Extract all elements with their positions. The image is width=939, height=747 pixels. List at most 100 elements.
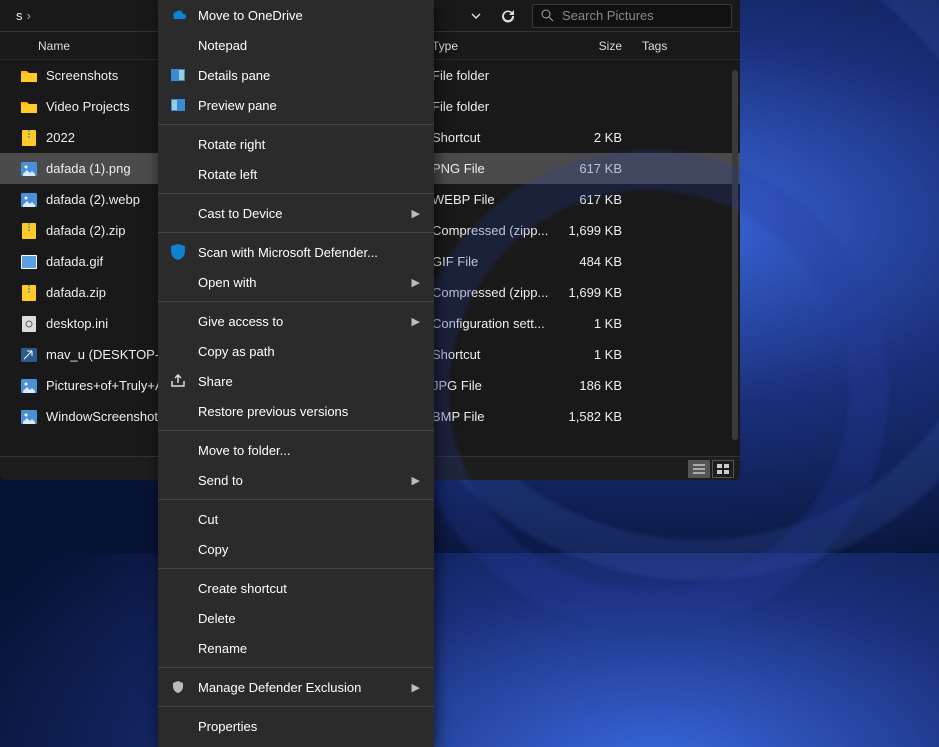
ini-icon (20, 315, 38, 333)
menu-item-label: Delete (198, 611, 236, 626)
zip-icon (20, 222, 38, 240)
chevron-right-icon: ▶ (412, 276, 420, 289)
menu-item[interactable]: Scan with Microsoft Defender... (158, 237, 434, 267)
preview-icon (170, 97, 186, 113)
menu-item-label: Rotate right (198, 137, 265, 152)
menu-item[interactable]: Move to OneDrive (158, 0, 434, 30)
share-icon (170, 373, 186, 389)
file-type: Compressed (zipp... (432, 223, 554, 238)
menu-item-label: Share (198, 374, 233, 389)
chevron-right-icon: ▶ (412, 681, 420, 694)
file-size: 1,582 KB (554, 409, 632, 424)
menu-item-label: Send to (198, 473, 243, 488)
file-size: 1,699 KB (554, 223, 632, 238)
file-size: 186 KB (554, 378, 632, 393)
file-type: Shortcut (432, 130, 554, 145)
menu-item-label: Move to OneDrive (198, 8, 303, 23)
thumbnails-view-button[interactable] (712, 460, 734, 478)
menu-separator (158, 124, 434, 125)
menu-item[interactable]: Rotate right (158, 129, 434, 159)
menu-item-label: Give access to (198, 314, 283, 329)
link-icon (20, 346, 38, 364)
file-type: File folder (432, 68, 554, 83)
file-type: Shortcut (432, 347, 554, 362)
column-header-type[interactable]: Type (432, 39, 554, 53)
chevron-right-icon: ▶ (412, 315, 420, 328)
file-type: PNG File (432, 161, 554, 176)
scrollbar[interactable] (732, 70, 738, 440)
search-placeholder: Search Pictures (562, 8, 654, 23)
folder-icon (20, 67, 38, 85)
menu-item[interactable]: Share (158, 366, 434, 396)
menu-item[interactable]: Create shortcut (158, 573, 434, 603)
menu-item-label: Properties (198, 719, 257, 734)
shield-icon (170, 244, 186, 260)
column-header-tags[interactable]: Tags (632, 39, 740, 53)
menu-item-label: Scan with Microsoft Defender... (198, 245, 378, 260)
menu-item[interactable]: Manage Defender Exclusion ▶ (158, 672, 434, 702)
menu-item[interactable]: Rotate left (158, 159, 434, 189)
column-header-size[interactable]: Size (554, 39, 632, 53)
menu-item[interactable]: Properties (158, 711, 434, 741)
file-type: JPG File (432, 378, 554, 393)
details-icon (170, 67, 186, 83)
search-icon (541, 9, 554, 22)
menu-item[interactable]: Cast to Device▶ (158, 198, 434, 228)
search-input[interactable]: Search Pictures (532, 4, 732, 28)
menu-item-label: Manage Defender Exclusion (198, 680, 361, 695)
file-type: File folder (432, 99, 554, 114)
menu-item-label: Restore previous versions (198, 404, 348, 419)
menu-separator (158, 301, 434, 302)
menu-item-label: Rename (198, 641, 247, 656)
file-type: GIF File (432, 254, 554, 269)
menu-item[interactable]: Copy (158, 534, 434, 564)
menu-separator (158, 667, 434, 668)
file-size: 617 KB (554, 192, 632, 207)
menu-item-label: Cast to Device (198, 206, 283, 221)
menu-item[interactable]: Delete (158, 603, 434, 633)
menu-item[interactable]: Move to folder... (158, 435, 434, 465)
file-size: 1 KB (554, 347, 632, 362)
menu-item[interactable]: Notepad (158, 30, 434, 60)
menu-item-label: Move to folder... (198, 443, 291, 458)
image-icon (20, 160, 38, 178)
menu-item[interactable]: Open with▶ (158, 267, 434, 297)
file-size: 2 KB (554, 130, 632, 145)
image-icon (20, 377, 38, 395)
menu-item-label: Preview pane (198, 98, 277, 113)
menu-separator (158, 232, 434, 233)
zip-icon (20, 284, 38, 302)
image-icon (20, 191, 38, 209)
details-view-button[interactable] (688, 460, 710, 478)
history-dropdown-button[interactable] (460, 2, 492, 30)
menu-item[interactable]: Give access to ▶ (158, 306, 434, 336)
menu-item[interactable]: Copy as path (158, 336, 434, 366)
menu-item[interactable]: Preview pane (158, 90, 434, 120)
menu-item-label: Create shortcut (198, 581, 287, 596)
menu-separator (158, 568, 434, 569)
menu-item-label: Cut (198, 512, 218, 527)
menu-item[interactable]: Send to ▶ (158, 465, 434, 495)
file-size: 1 KB (554, 316, 632, 331)
menu-item[interactable]: Cut (158, 504, 434, 534)
menu-item-label: Details pane (198, 68, 270, 83)
folder-icon (20, 98, 38, 116)
menu-item[interactable]: Restore previous versions (158, 396, 434, 426)
file-size: 1,699 KB (554, 285, 632, 300)
context-menu: Move to OneDrive Notepad Details pane Previ… (158, 0, 434, 747)
image-icon (20, 408, 38, 426)
chevron-right-icon: ▶ (412, 474, 420, 487)
file-size: 484 KB (554, 254, 632, 269)
file-type: Configuration sett... (432, 316, 554, 331)
file-type: Compressed (zipp... (432, 285, 554, 300)
chevron-right-icon: › (27, 8, 31, 23)
menu-separator (158, 193, 434, 194)
menu-item[interactable]: Rename (158, 633, 434, 663)
menu-item-label: Notepad (198, 38, 247, 53)
refresh-button[interactable] (492, 2, 524, 30)
onedrive-icon (170, 7, 186, 23)
menu-separator (158, 430, 434, 431)
menu-item[interactable]: Details pane (158, 60, 434, 90)
file-type: BMP File (432, 409, 554, 424)
file-size: 617 KB (554, 161, 632, 176)
